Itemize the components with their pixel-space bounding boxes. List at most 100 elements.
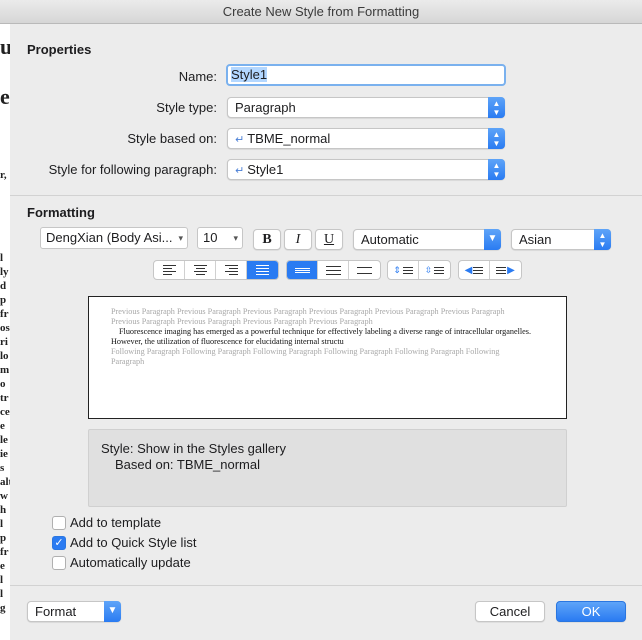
bg-glyph: g (0, 602, 6, 614)
bg-glyph: fr (0, 546, 9, 558)
double-spacing-button[interactable] (349, 261, 380, 279)
following-value: Style1 (247, 162, 284, 177)
script-popup[interactable]: Asian ▲ ▼ (511, 229, 611, 250)
single-spacing-icon (294, 267, 310, 273)
font-color-popup[interactable]: Automatic ▼ (353, 229, 501, 250)
popup-arrows-icon: ▲ ▼ (488, 97, 505, 118)
lines-icon (402, 266, 413, 274)
popup-arrows-icon: ▲ ▼ (488, 159, 505, 180)
preview-sample-text: Fluorescence imaging has emerged as a po… (111, 327, 531, 346)
style-type-value: Paragraph (235, 100, 296, 115)
style-type-label: Style type: (156, 100, 217, 115)
align-left-icon (162, 265, 176, 275)
footer-divider (10, 585, 642, 586)
outdent-icon: ◀ (464, 264, 473, 276)
background-document: u e r, l ly d p fr os ri lo m o tr ce e … (0, 24, 10, 640)
add-to-quick-style-checkbox[interactable]: ✓ Add to Quick Style list (52, 535, 196, 550)
add-to-quick-style-label: Add to Quick Style list (70, 535, 197, 550)
bg-glyph: o (0, 378, 6, 390)
alignment-group (153, 260, 279, 280)
align-center-icon (193, 265, 207, 275)
based-on-label: Style based on: (127, 131, 217, 146)
increase-spacing-button[interactable]: ⇕ (388, 261, 419, 279)
bg-glyph: l (0, 252, 4, 264)
single-spacing-button[interactable] (287, 261, 318, 279)
align-justify-button[interactable] (247, 261, 278, 279)
popup-arrows-icon: ▲ ▼ (488, 128, 505, 149)
description-line-1: Style: Show in the Styles gallery (101, 441, 286, 456)
popup-arrows-icon: ▲ ▼ (594, 229, 611, 250)
arrows-together-icon: ⇳ (424, 264, 433, 275)
window-title: Create New Style from Formatting (222, 4, 420, 19)
double-spacing-icon (357, 266, 372, 274)
following-popup[interactable]: ↵ Style1 ▲ ▼ (227, 159, 505, 180)
format-menu-button[interactable]: Format ▼ (27, 601, 121, 622)
bg-glyph: alt (0, 476, 10, 488)
cancel-button[interactable]: Cancel (475, 601, 545, 622)
bg-glyph: ie (0, 448, 8, 460)
indent-icon: ▶ (507, 264, 515, 276)
one-half-spacing-icon (325, 265, 341, 275)
font-size-value: 10 (203, 230, 218, 245)
format-label: Format (35, 604, 77, 619)
bg-glyph: p (0, 294, 7, 306)
align-center-button[interactable] (185, 261, 216, 279)
align-justify-icon (256, 265, 269, 275)
add-to-template-checkbox[interactable]: Add to template (52, 515, 161, 530)
bg-glyph: p (0, 532, 7, 544)
bg-glyph: m (0, 364, 10, 376)
align-left-button[interactable] (154, 261, 185, 279)
increase-indent-button[interactable]: ▶ (490, 261, 521, 279)
name-field[interactable]: Style1 (226, 64, 506, 86)
italic-button[interactable]: I (284, 229, 312, 250)
bg-glyph: l (0, 588, 4, 600)
align-right-button[interactable] (216, 261, 247, 279)
bold-button[interactable]: B (253, 229, 281, 250)
add-to-template-label: Add to template (70, 515, 162, 530)
bg-glyph: fr (0, 308, 9, 320)
name-value: Style1 (231, 67, 268, 82)
based-on-value: TBME_normal (247, 131, 331, 146)
following-label: Style for following paragraph: (48, 162, 217, 177)
bg-glyph: e (0, 420, 5, 432)
bg-glyph: l (0, 574, 4, 586)
decrease-indent-button[interactable]: ◀ (459, 261, 490, 279)
chevron-down-icon: ▼ (484, 229, 501, 250)
bg-glyph: tr (0, 392, 9, 404)
checkbox-box (52, 515, 66, 530)
bg-glyph: s (0, 462, 5, 474)
auto-update-checkbox[interactable]: Automatically update (52, 555, 191, 570)
one-half-spacing-button[interactable] (318, 261, 349, 279)
properties-heading: Properties (27, 42, 92, 57)
line-spacing-group (286, 260, 381, 280)
checkmark-icon: ✓ (52, 535, 66, 550)
lines-icon (434, 266, 445, 274)
lines-icon (496, 266, 507, 274)
bg-glyph: lo (0, 350, 9, 362)
indent-group: ◀ ▶ (458, 260, 522, 280)
bg-glyph: d (0, 280, 7, 292)
based-on-popup[interactable]: ↵ TBME_normal ▲ ▼ (227, 128, 505, 149)
bg-glyph: l (0, 518, 4, 530)
arrows-apart-icon: ⇕ (393, 264, 401, 275)
align-right-icon (224, 265, 238, 275)
bg-glyph: ce (0, 406, 10, 418)
underline-button[interactable]: U (315, 229, 343, 250)
font-size-combo[interactable]: 10 ▾ (197, 227, 243, 249)
paragraph-spacing-group: ⇕ ⇳ (387, 260, 451, 280)
font-name-combo[interactable]: DengXian (Body Asi... ▾ (40, 227, 188, 249)
bg-glyph: r, (0, 169, 7, 181)
chevron-down-icon: ▼ (104, 601, 121, 622)
lines-icon (473, 266, 484, 274)
chevron-down-icon: ▾ (178, 233, 183, 243)
ok-button[interactable]: OK (556, 601, 626, 622)
decrease-spacing-button[interactable]: ⇳ (419, 261, 450, 279)
style-type-popup[interactable]: Paragraph ▲ ▼ (227, 97, 505, 118)
bg-glyph: os (0, 322, 10, 334)
paragraph-return-icon: ↵ (235, 134, 245, 146)
window-titlebar: Create New Style from Formatting (0, 0, 642, 24)
font-color-value: Automatic (361, 232, 419, 247)
preview-following-paragraph: Following Paragraph Following Paragraph … (111, 347, 500, 366)
description-line-2: Based on: TBME_normal (115, 457, 260, 472)
style-description: Style: Show in the Styles gallery Based … (88, 429, 567, 507)
